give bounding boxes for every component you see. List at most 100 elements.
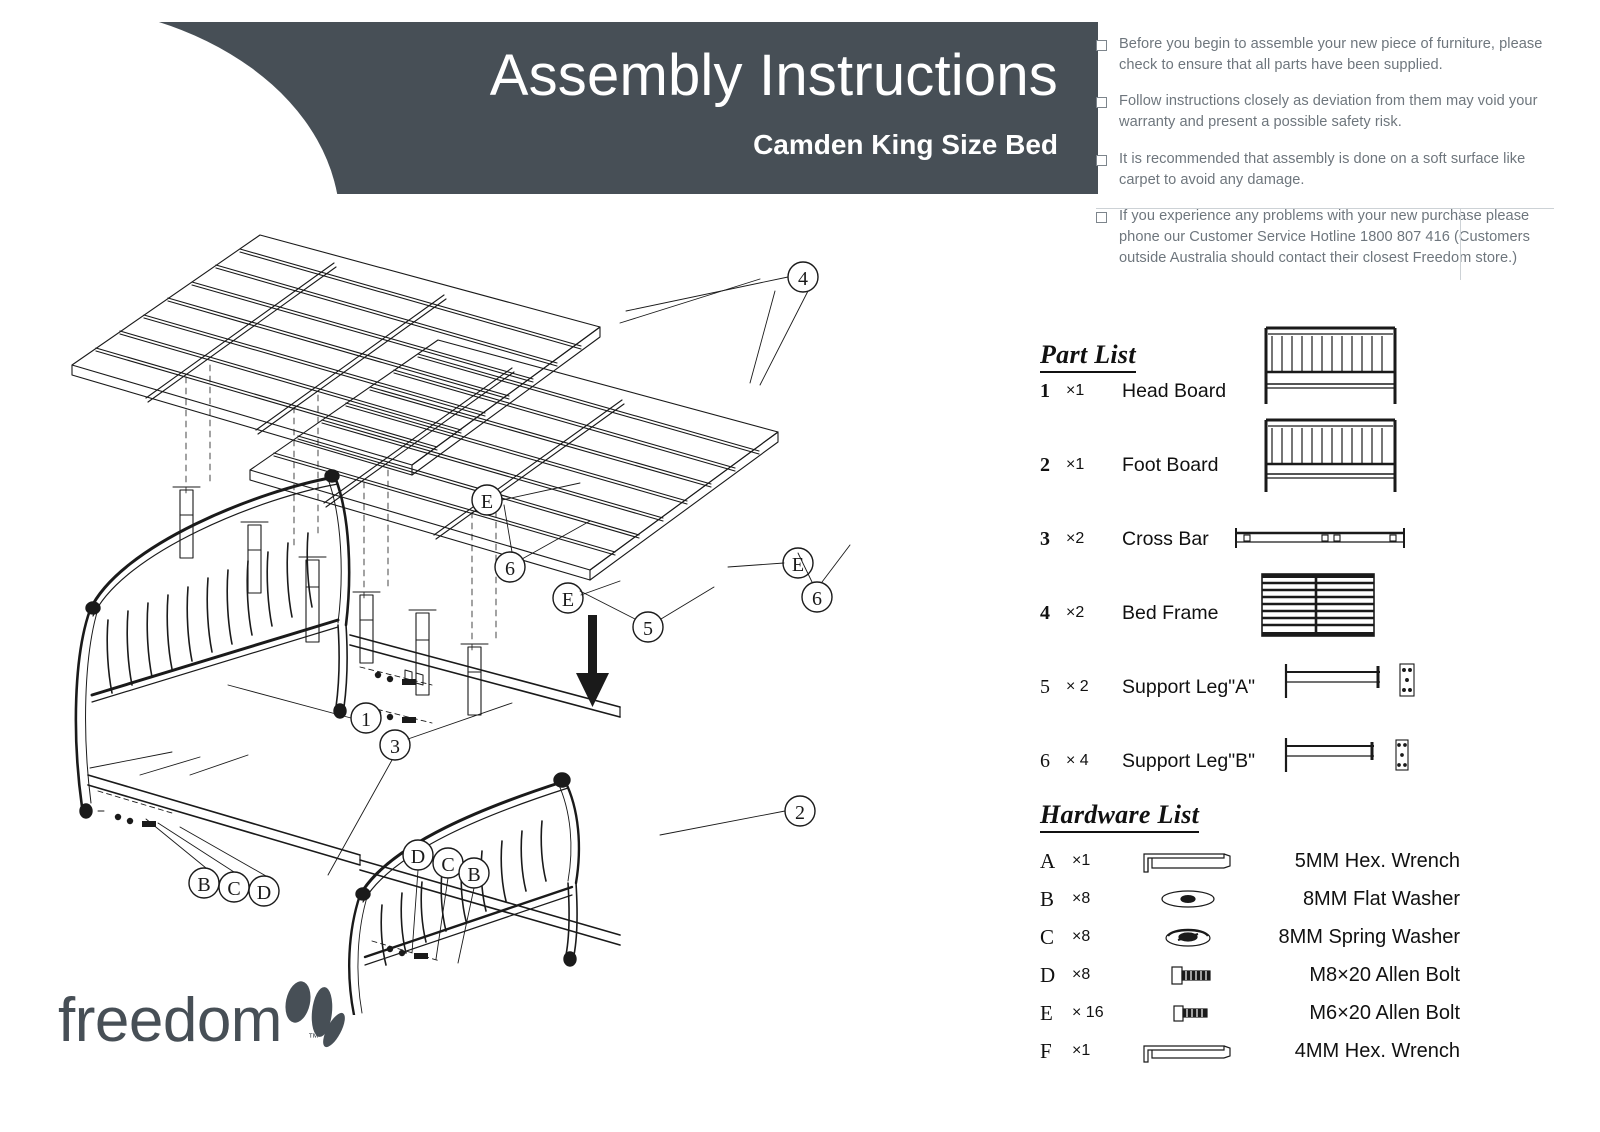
part-number: 3	[1040, 527, 1050, 550]
part-name: Head Board	[1122, 379, 1227, 402]
svg-text:C: C	[227, 878, 240, 900]
svg-text:E: E	[562, 589, 574, 611]
callout-E: E	[782, 547, 814, 579]
part-quantity: × 4	[1066, 752, 1089, 769]
hardware-name: M6×20 Allen Bolt	[1309, 1001, 1460, 1024]
hardware-quantity: ×8	[1072, 966, 1091, 983]
hardware-letter: A	[1040, 848, 1056, 873]
square-bullet-icon	[1096, 212, 1107, 224]
hardware-name: 8MM Spring Washer	[1278, 925, 1460, 948]
part-name: Support Leg"B"	[1122, 749, 1256, 772]
hardware-quantity: ×8	[1072, 928, 1091, 945]
headboard-assembly	[74, 469, 351, 819]
callout-C: C	[218, 871, 250, 903]
hardware-letter: C	[1040, 924, 1055, 949]
logo-leaves-icon	[285, 981, 345, 1048]
part-quantity: × 2	[1066, 678, 1089, 695]
svg-text:2: 2	[795, 802, 805, 824]
part-number: 5	[1040, 675, 1050, 698]
hardware-list-row: A ×1 5MM Hex. Wrench	[1040, 846, 1460, 876]
hardware-list-row: E × 16 M6×20 Allen Bolt	[1040, 998, 1460, 1028]
footboard-assembly	[348, 772, 581, 1015]
square-bullet-icon	[1096, 97, 1107, 109]
part-list-row: 4 ×2 Bed Frame	[1040, 600, 1440, 626]
note-item: If you experience any problems with your…	[1096, 206, 1566, 268]
part-list-heading: Part List	[1040, 340, 1136, 373]
hardware-letter: B	[1040, 886, 1055, 911]
hardware-name: 5MM Hex. Wrench	[1294, 849, 1460, 872]
callout-6: 6	[801, 581, 833, 613]
hex-wrench-icon	[1128, 1036, 1248, 1066]
allen-bolt-icon	[1128, 1000, 1248, 1026]
assembly-direction-arrow	[576, 615, 609, 707]
bedframe-figure	[1261, 573, 1375, 637]
part-quantity: ×2	[1066, 530, 1085, 547]
part-number: 2	[1040, 453, 1050, 476]
svg-text:4: 4	[798, 268, 808, 290]
bed-frame-panel-upper	[71, 234, 601, 546]
exploded-assembly-diagram: 4 E 6 E 5 E 6 1 3 2 B C D D C B	[60, 215, 1020, 1015]
note-item: It is recommended that assembly is done …	[1096, 149, 1566, 190]
page-title: Assembly Instructions	[489, 43, 1058, 108]
note-text: If you experience any problems with your…	[1119, 208, 1530, 266]
hardware-name: 8MM Flat Washer	[1302, 887, 1460, 910]
part-quantity: ×2	[1066, 604, 1085, 621]
note-item: Follow instructions closely as deviation…	[1096, 91, 1566, 132]
crossbar-figure	[1235, 528, 1405, 548]
part-number: 4	[1040, 601, 1050, 624]
hardware-list-heading: Hardware List	[1040, 800, 1200, 833]
svg-text:B: B	[467, 864, 480, 886]
hardware-letter: D	[1040, 962, 1056, 987]
logo-wordmark: freedom	[58, 986, 282, 1055]
part-number: 1	[1040, 379, 1050, 402]
note-item: Before you begin to assemble your new pi…	[1096, 34, 1566, 75]
hardware-list-row: C ×8 8MM Spring Washer	[1040, 922, 1460, 952]
hardware-quantity: ×8	[1072, 890, 1091, 907]
callout-E: E	[552, 582, 584, 614]
svg-text:1: 1	[361, 709, 371, 731]
header-banner: Assembly Instructions Camden King Size B…	[0, 22, 1098, 194]
hardware-quantity: × 16	[1072, 1004, 1104, 1021]
hardware-letter: E	[1040, 1000, 1053, 1025]
callout-3: 3	[379, 729, 411, 761]
part-name: Support Leg"A"	[1122, 675, 1256, 698]
callout-D: D	[402, 839, 434, 871]
hardware-quantity: ×1	[1072, 852, 1091, 869]
flat-washer-icon	[1128, 886, 1248, 912]
support-leg-a-figure	[1284, 663, 1415, 698]
hardware-list-row: D ×8 M8×20 Allen Bolt	[1040, 960, 1460, 990]
fastener-details	[97, 666, 441, 962]
svg-text:D: D	[257, 882, 271, 904]
support-leg-b-figure	[1284, 738, 1409, 772]
hardware-list-section: Hardware List A ×1 5MM Hex. Wrench B ×8	[1040, 800, 1460, 1063]
hardware-list-row: B ×8 8MM Flat Washer	[1040, 884, 1460, 914]
hardware-name: 4MM Hex. Wrench	[1294, 1039, 1460, 1062]
svg-text:6: 6	[812, 588, 822, 610]
part-quantity: ×1	[1066, 382, 1085, 399]
bed-frame-panel-lower	[249, 339, 779, 651]
allen-bolt-icon	[1128, 962, 1248, 988]
svg-text:C: C	[441, 854, 454, 876]
callout-D: D	[248, 875, 280, 907]
svg-text:E: E	[792, 554, 804, 576]
note-text: Follow instructions closely as deviation…	[1119, 93, 1538, 131]
callout-2: 2	[784, 795, 816, 827]
part-name: Cross Bar	[1122, 527, 1209, 550]
part-quantity: ×1	[1066, 456, 1085, 473]
part-name: Bed Frame	[1122, 601, 1219, 624]
callout-1: 1	[350, 702, 382, 734]
svg-text:D: D	[411, 846, 425, 868]
svg-text:B: B	[197, 874, 210, 896]
callout-4: 4	[787, 261, 819, 293]
hardware-quantity: ×1	[1072, 1042, 1091, 1059]
callout-E: E	[471, 484, 503, 516]
footboard-figure	[1264, 418, 1397, 492]
callout-5: 5	[632, 611, 664, 643]
note-text: Before you begin to assemble your new pi…	[1119, 36, 1543, 73]
part-number: 6	[1040, 749, 1050, 772]
product-subtitle: Camden King Size Bed	[753, 128, 1058, 160]
svg-text:E: E	[481, 491, 493, 513]
square-bullet-icon	[1096, 40, 1107, 51]
square-bullet-icon	[1096, 154, 1107, 166]
notes-divider	[1096, 208, 1554, 209]
